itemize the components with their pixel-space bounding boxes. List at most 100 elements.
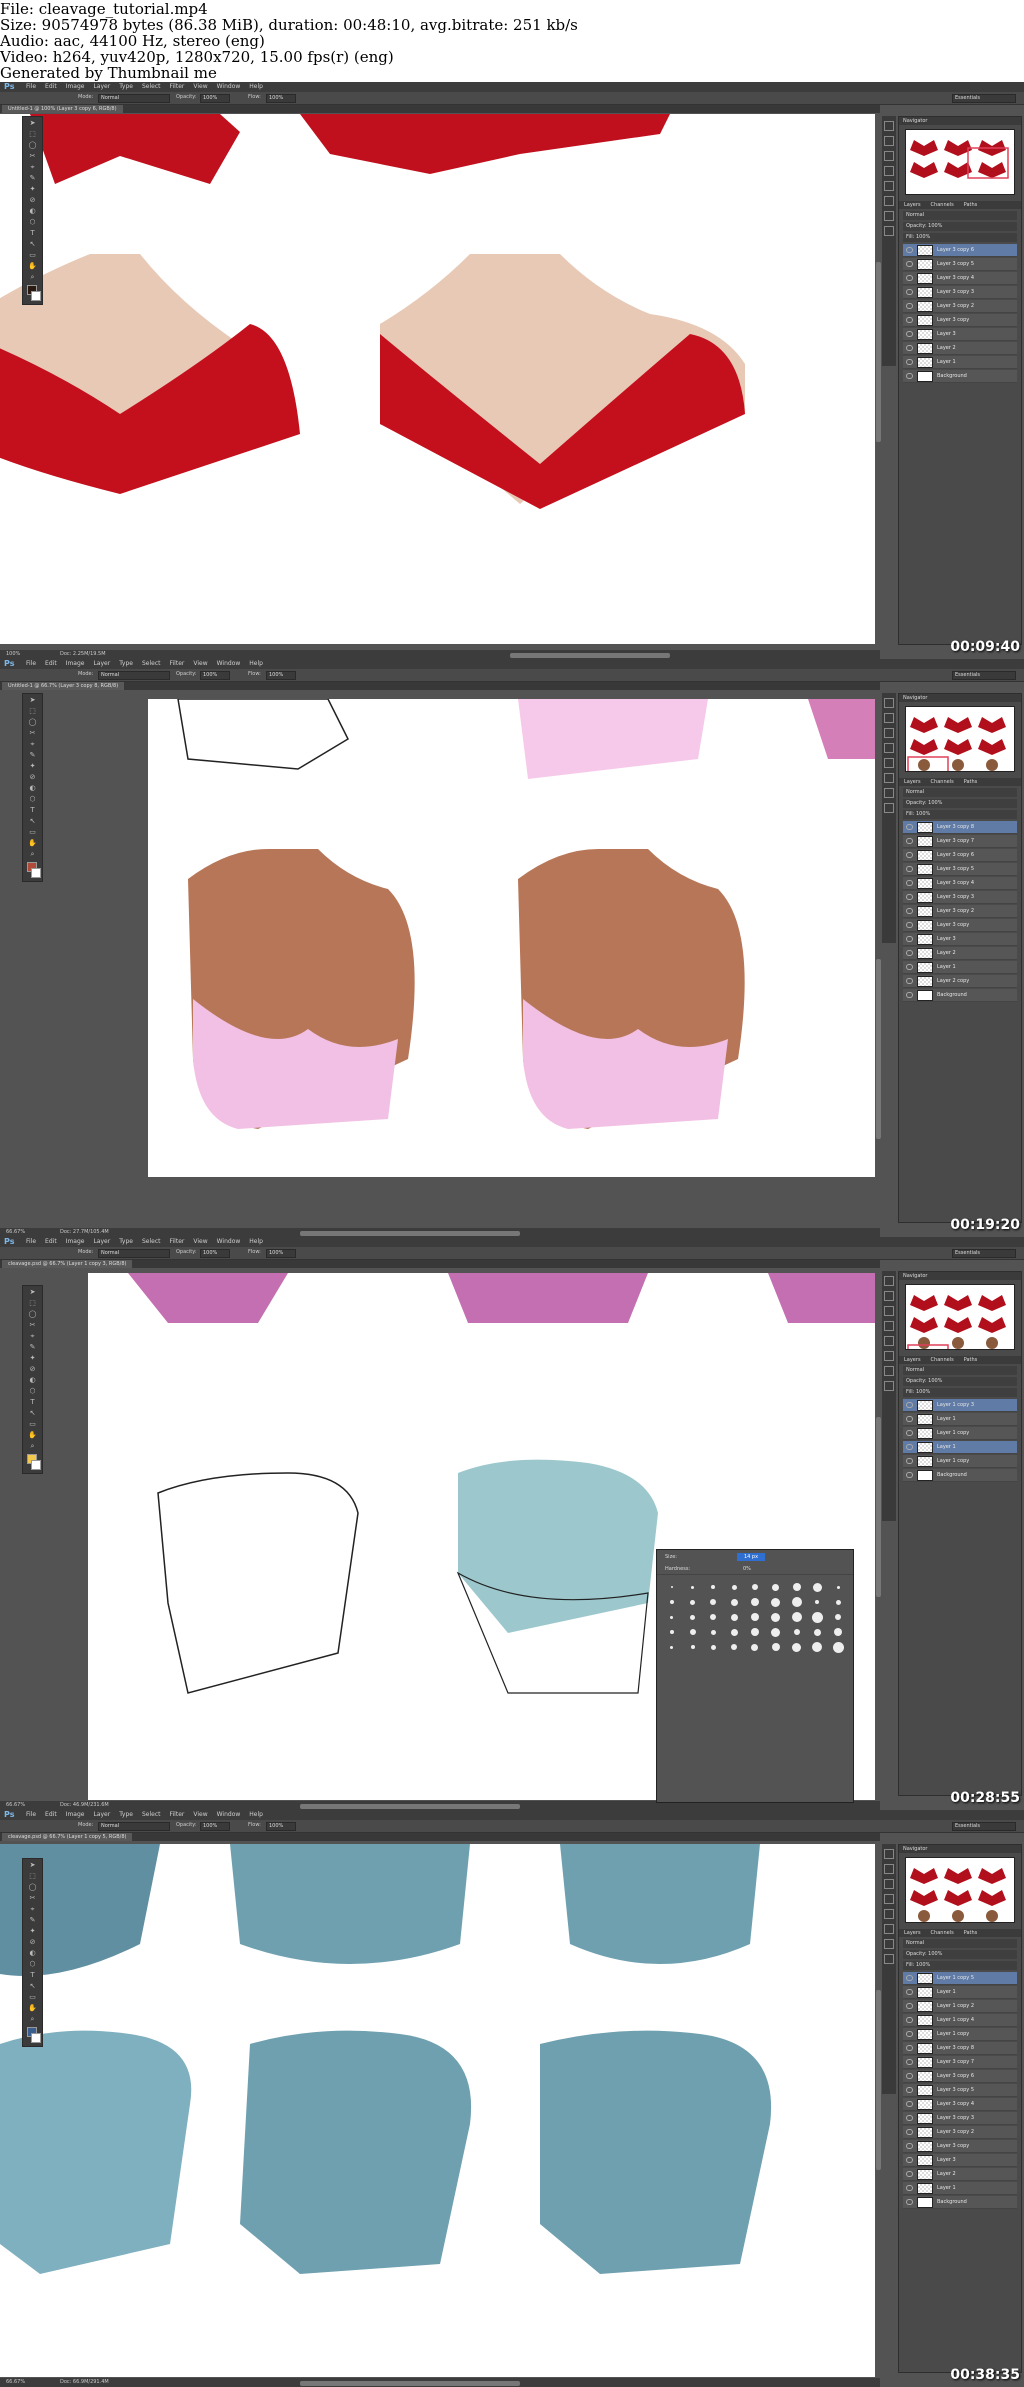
tool-icon-12[interactable]: ↖ [27,1982,38,1991]
menu-layer[interactable]: Layer [93,659,110,669]
layer-row[interactable]: Layer 1 copy [903,1455,1017,1468]
layer-row[interactable]: Layer 3 [903,328,1017,341]
menu-select[interactable]: Select [142,82,161,92]
document-tab[interactable]: cleavage.psd @ 66.7% (Layer 1 copy 5, RG… [2,1833,133,1841]
horizontal-scrollbar[interactable] [300,1231,520,1236]
layer-row[interactable]: Layer 3 copy 8 [903,2042,1017,2055]
flow-field[interactable]: 100% [266,1249,296,1258]
opacity-field[interactable]: 100% [200,671,230,680]
layer-fill-field[interactable]: Fill: 100% [903,1388,1017,1397]
tool-icon-7[interactable]: ✦ [27,1354,38,1363]
navigator-preview[interactable] [905,129,1015,195]
tool-icon-7[interactable]: ✦ [27,1927,38,1936]
tab-layers[interactable]: Layers [899,201,926,209]
menu-view[interactable]: View [193,1237,207,1247]
tab-channels[interactable]: Channels [926,778,959,786]
layer-row[interactable]: Layer 3 copy 3 [903,891,1017,904]
menu-help[interactable]: Help [249,82,263,92]
menu-type[interactable]: Type [119,82,133,92]
layer-fill-field[interactable]: Fill: 100% [903,233,1017,242]
menu-filter[interactable]: Filter [170,82,185,92]
menu-file[interactable]: File [26,82,36,92]
menu-edit[interactable]: Edit [45,1810,57,1820]
panel-toggle-icon[interactable] [884,1909,894,1919]
brush-preset-icon[interactable] [725,1596,743,1608]
eye-icon[interactable] [906,303,913,309]
layer-row[interactable]: Background [903,989,1017,1002]
panel-toggle-icon[interactable] [884,728,894,738]
panel-toggle-icon[interactable] [884,803,894,813]
tool-icon-15[interactable]: ⌕ [27,2015,38,2024]
layer-row[interactable]: Layer 1 copy [903,2028,1017,2041]
layer-row[interactable]: Layer 1 [903,1413,1017,1426]
brush-preset-icon[interactable] [767,1596,785,1608]
brush-preset-icon[interactable] [725,1581,743,1593]
eye-icon[interactable] [906,1989,913,1995]
brush-preset-picker[interactable]: Size: 14 px Hardness: 0% [656,1549,854,1803]
layer-row[interactable]: Layer 1 [903,356,1017,369]
tab-paths[interactable]: Paths [959,778,983,786]
opacity-field[interactable]: 100% [200,1822,230,1831]
eye-icon[interactable] [906,2087,913,2093]
menu-view[interactable]: View [193,659,207,669]
eye-icon[interactable] [906,331,913,337]
menu-window[interactable]: Window [217,82,241,92]
tool-icon-13[interactable]: ▭ [27,251,38,260]
brush-preset-icon[interactable] [746,1641,764,1653]
menu-edit[interactable]: Edit [45,1237,57,1247]
brush-preset-icon[interactable] [663,1641,681,1653]
layer-opacity-field[interactable]: Opacity: 100% [903,222,1017,231]
eye-icon[interactable] [906,2073,913,2079]
panel-toggle-icon[interactable] [884,1954,894,1964]
eye-icon[interactable] [906,2129,913,2135]
eye-icon[interactable] [906,1975,913,1981]
eye-icon[interactable] [906,2045,913,2051]
tab-layers[interactable]: Layers [899,1356,926,1364]
layer-row[interactable]: Layer 3 copy 7 [903,835,1017,848]
tool-icon-10[interactable]: ⬡ [27,218,38,227]
brush-preset-icon[interactable] [788,1611,806,1623]
layer-row[interactable]: Layer 3 copy 3 [903,286,1017,299]
mode-select[interactable]: Normal [98,94,170,103]
mode-select[interactable]: Normal [98,1822,170,1831]
tool-icon-10[interactable]: ⬡ [27,1960,38,1969]
layer-row[interactable]: Layer 1 copy 2 [903,2000,1017,2013]
tool-icon-5[interactable]: ⌖ [27,163,38,172]
horizontal-scrollbar[interactable] [300,1804,520,1809]
document-canvas[interactable] [148,699,875,1177]
layer-row[interactable]: Layer 1 copy 5 [903,1972,1017,1985]
panel-toggle-icon[interactable] [884,1939,894,1949]
tab-paths[interactable]: Paths [959,1356,983,1364]
layer-opacity-field[interactable]: Opacity: 100% [903,799,1017,808]
brush-preset-icon[interactable] [663,1596,681,1608]
tool-icon-1[interactable]: ➤ [27,696,38,705]
panel-toggle-icon[interactable] [884,166,894,176]
menu-filter[interactable]: Filter [170,1810,185,1820]
panel-toggle-icon[interactable] [884,1879,894,1889]
panel-toggle-icon[interactable] [884,1291,894,1301]
tool-icon-12[interactable]: ↖ [27,1409,38,1418]
layer-row[interactable]: Layer 1 [903,2182,1017,2195]
brush-preset-icon[interactable] [705,1641,723,1653]
layer-row[interactable]: Layer 3 copy 6 [903,849,1017,862]
tool-icon-14[interactable]: ✋ [27,839,38,848]
eye-icon[interactable] [906,2017,913,2023]
panel-toggle-icon[interactable] [884,196,894,206]
eye-icon[interactable] [906,838,913,844]
brush-preset-icon[interactable] [663,1626,681,1638]
eye-icon[interactable] [906,345,913,351]
brush-preset-icon[interactable] [684,1626,702,1638]
tool-icon-4[interactable]: ✂ [27,152,38,161]
tool-icon-1[interactable]: ➤ [27,1861,38,1870]
panel-toggle-icon[interactable] [884,1306,894,1316]
tool-icon-8[interactable]: ⊘ [27,773,38,782]
vertical-scrollbar[interactable] [876,1990,881,2170]
menu-edit[interactable]: Edit [45,659,57,669]
layer-row[interactable]: Layer 3 copy 4 [903,877,1017,890]
navigator-tab[interactable]: Navigator [899,117,1021,125]
layer-row[interactable]: Layer 3 copy 4 [903,2098,1017,2111]
layer-row[interactable]: Layer 2 [903,947,1017,960]
panel-toggle-icon[interactable] [884,1336,894,1346]
tool-icon-10[interactable]: ⬡ [27,1387,38,1396]
tool-icon-2[interactable]: ⬚ [27,1299,38,1308]
